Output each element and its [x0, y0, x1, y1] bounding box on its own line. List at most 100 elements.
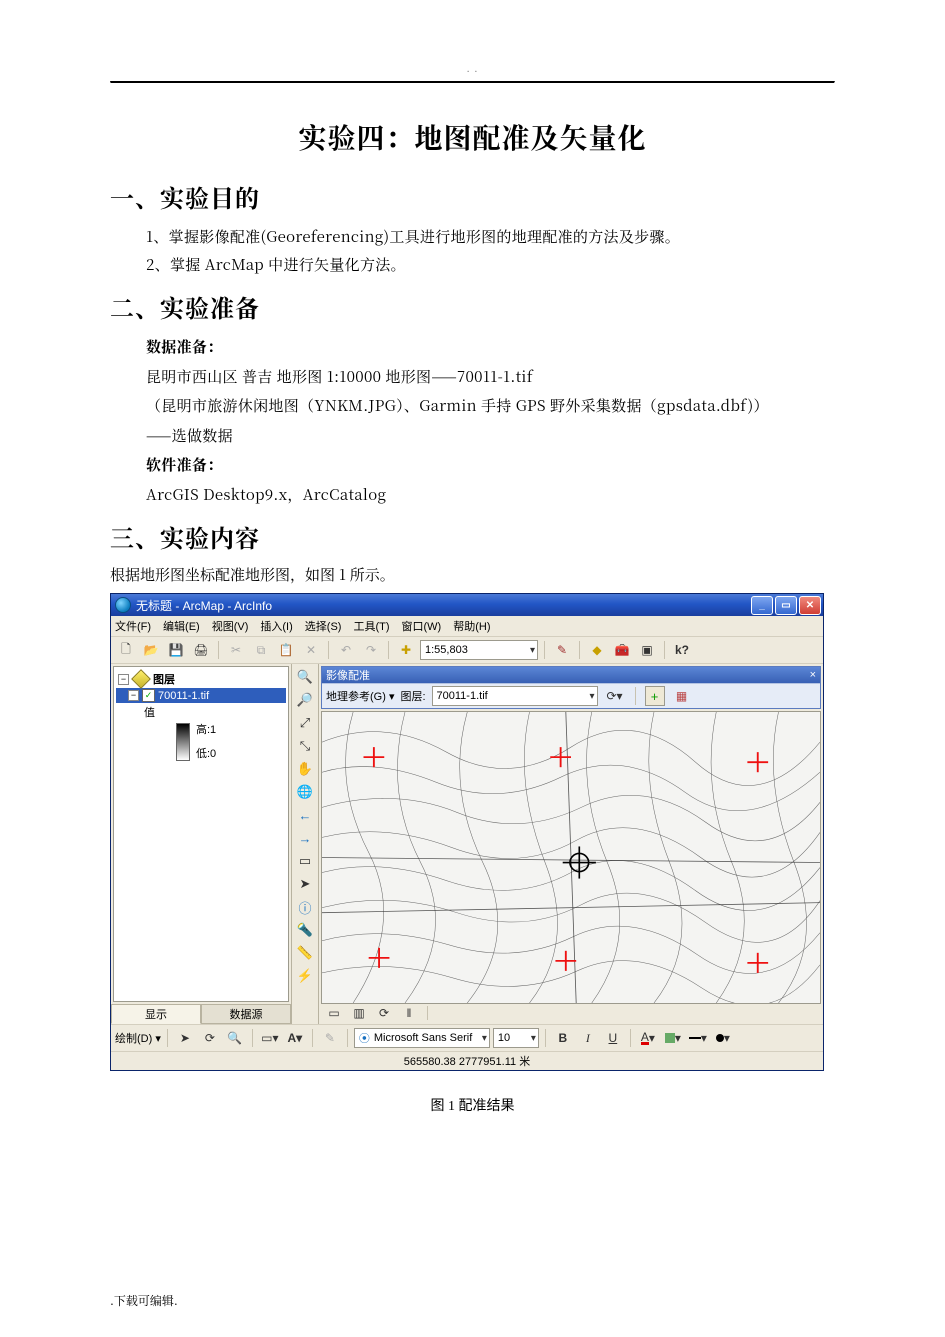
copy-icon[interactable]: ⧉	[250, 639, 272, 661]
select-features-icon[interactable]: ▭	[293, 850, 317, 872]
scale-combo[interactable]: 1:55,803 ▾	[420, 640, 538, 660]
delete-icon[interactable]: ✕	[300, 639, 322, 661]
text-tool-icon[interactable]: A▾	[284, 1027, 306, 1049]
undo-icon[interactable]: ↶	[335, 639, 357, 661]
prev-extent-icon[interactable]: ←	[293, 804, 317, 826]
editor-toolbar-icon[interactable]: ✎	[551, 639, 573, 661]
add-control-point-icon[interactable]: +	[645, 686, 665, 706]
toc-value-label: 值	[116, 703, 286, 721]
toc-layer-row[interactable]: − ✓ 70011-1.tif	[116, 688, 286, 703]
menu-file[interactable]: 文件(F)	[115, 618, 151, 634]
bold-icon[interactable]: B	[552, 1027, 574, 1049]
menu-window[interactable]: 窗口(W)	[402, 618, 442, 634]
select-element-icon[interactable]: ➤	[174, 1027, 196, 1049]
print-icon[interactable]: 🖨	[190, 639, 212, 661]
menu-help[interactable]: 帮助(H)	[453, 618, 490, 634]
titlebar: 无标题 - ArcMap - ArcInfo _ ▭ ✕	[111, 594, 823, 616]
new-doc-icon[interactable]: 🗋	[115, 639, 137, 661]
draw-menu[interactable]: 绘制(D) ▾	[115, 1030, 161, 1046]
toc-root-row[interactable]: − 图层	[116, 670, 286, 688]
next-extent-icon[interactable]: →	[293, 827, 317, 849]
rectangle-icon[interactable]: ▭▾	[259, 1027, 281, 1049]
refresh-view-icon[interactable]: ⟳	[373, 1002, 395, 1024]
menu-edit[interactable]: 编辑(E)	[163, 618, 200, 634]
toc-root-label: 图层	[153, 671, 175, 687]
italic-icon[interactable]: I	[577, 1027, 599, 1049]
menu-tools[interactable]: 工具(T)	[353, 618, 389, 634]
select-elements-icon[interactable]: ➤	[293, 873, 317, 895]
toc-tab-display[interactable]: 显示	[111, 1004, 201, 1024]
toc-tab-source[interactable]: 数据源	[201, 1004, 291, 1024]
add-data-icon[interactable]: ✚	[395, 639, 417, 661]
close-button[interactable]: ✕	[799, 596, 821, 615]
menu-view[interactable]: 视图(V)	[212, 618, 249, 634]
document-page: . . 实验四：地图配准及矢量化 一、实验目的 1、掌握影像配准(Georefe…	[0, 0, 945, 1337]
stretch-ramp-swatch	[176, 723, 190, 761]
font-size-combo[interactable]: 10 ▾	[493, 1028, 539, 1048]
underline-icon[interactable]: U	[602, 1027, 624, 1049]
pan-icon[interactable]: ✋	[293, 758, 317, 780]
paste-icon[interactable]: 📋	[275, 639, 297, 661]
georef-layer-label: 图层:	[400, 688, 425, 704]
maximize-button[interactable]: ▭	[775, 596, 797, 615]
soft-line: ArcGIS Desktop9.x，ArcCatalog	[146, 482, 835, 508]
measure-icon[interactable]: 📏	[293, 942, 317, 964]
zoom-in-icon[interactable]: 🔍	[293, 666, 317, 688]
redo-icon[interactable]: ↷	[360, 639, 382, 661]
doc-title: 实验四：地图配准及矢量化	[110, 117, 835, 157]
map-view-switch: ▭ ▥ ⟳ ‖	[321, 1004, 821, 1022]
data-line-2: （昆明市旅游休闲地图（YNKM.JPG）、Garmin 手持 GPS 野外采集数…	[146, 393, 835, 419]
minimize-button[interactable]: _	[751, 596, 773, 615]
identify-icon[interactable]: ⓘ	[293, 896, 317, 918]
arccatalog-icon[interactable]: ◆	[586, 639, 608, 661]
cut-icon[interactable]: ✂	[225, 639, 247, 661]
map-canvas[interactable]	[321, 711, 821, 1004]
arcmap-window: 无标题 - ArcMap - ArcInfo _ ▭ ✕ 文件(F) 编辑(E)…	[110, 593, 824, 1071]
layout-view-icon[interactable]: ▥	[348, 1002, 370, 1024]
georef-menu[interactable]: 地理参考(G) ▾	[326, 688, 394, 704]
data-view-icon[interactable]: ▭	[323, 1002, 345, 1024]
status-coords: 565580.38 2777951.11 米	[404, 1053, 530, 1069]
find-icon[interactable]: 🔦	[293, 919, 317, 941]
menu-select[interactable]: 选择(S)	[305, 618, 342, 634]
edit-vertices-icon[interactable]: ✎	[319, 1027, 341, 1049]
window-title: 无标题 - ArcMap - ArcInfo	[136, 597, 746, 614]
marker-color-icon[interactable]: ▾	[712, 1027, 734, 1049]
hyperlink-icon[interactable]: ⚡	[293, 965, 317, 987]
zoom-to-sel-icon[interactable]: 🔍	[224, 1027, 246, 1049]
line-color-icon[interactable]: ▾	[687, 1027, 709, 1049]
font-combo[interactable]: ⦿ Microsoft Sans Serif ▾	[354, 1028, 490, 1048]
status-bar: 565580.38 2777951.11 米	[111, 1051, 823, 1070]
help-icon[interactable]: k?	[671, 639, 693, 661]
fixed-zoom-in-icon[interactable]: ⤢	[293, 712, 317, 734]
font-color-icon[interactable]: A▾	[637, 1027, 659, 1049]
pause-draw-icon[interactable]: ‖	[398, 1002, 420, 1024]
font-size: 10	[498, 1032, 510, 1044]
save-icon[interactable]: 💾	[165, 639, 187, 661]
fill-color-icon[interactable]: ▾	[662, 1027, 684, 1049]
layer-checkbox[interactable]: ✓	[142, 689, 155, 702]
collapse-icon[interactable]: −	[118, 674, 129, 685]
collapse-icon[interactable]: −	[128, 690, 139, 701]
section-3-heading: 三、实验内容	[110, 519, 835, 554]
full-extent-icon[interactable]: 🌐	[293, 781, 317, 803]
toc-tree: − 图层 − ✓ 70011-1.tif 值 高:1 低:0	[113, 666, 289, 1002]
fixed-zoom-out-icon[interactable]: ⤡	[293, 735, 317, 757]
s1-item-2: 2、掌握 ArcMap 中进行矢量化方法。	[146, 252, 835, 278]
footer-note: .下载可编辑.	[110, 1292, 178, 1309]
arcmap-app-icon	[115, 597, 131, 613]
zoom-out-icon[interactable]: 🔎	[293, 689, 317, 711]
draw-toolbar: 绘制(D) ▾ ➤ ⟳ 🔍 ▭▾ A▾ ✎ ⦿ Microsoft Sans S…	[111, 1024, 823, 1051]
georef-close-icon[interactable]: ×	[810, 669, 816, 681]
open-icon[interactable]: 📂	[140, 639, 162, 661]
link-table-icon[interactable]: ▦	[671, 685, 693, 707]
standard-toolbar: 🗋 📂 💾 🖨 ✂ ⧉ 📋 ✕ ↶ ↷ ✚ 1:55,803 ▾ ✎ ◆ 🧰	[111, 637, 823, 664]
tools-toolbar: 🔍 🔎 ⤢ ⤡ ✋ 🌐 ← → ▭ ➤ ⓘ 🔦 📏 ⚡	[292, 664, 319, 1024]
georef-toolbar: 影像配准 × 地理参考(G) ▾ 图层: 70011-1.tif ▾ ⟳▾	[321, 666, 821, 709]
menu-insert[interactable]: 插入(I)	[260, 618, 292, 634]
rotate-icon[interactable]: ⟳▾	[604, 685, 626, 707]
toolbox-icon[interactable]: 🧰	[611, 639, 633, 661]
rotate-element-icon[interactable]: ⟳	[199, 1027, 221, 1049]
command-line-icon[interactable]: ▣	[636, 639, 658, 661]
georef-layer-combo[interactable]: 70011-1.tif ▾	[432, 686, 598, 706]
